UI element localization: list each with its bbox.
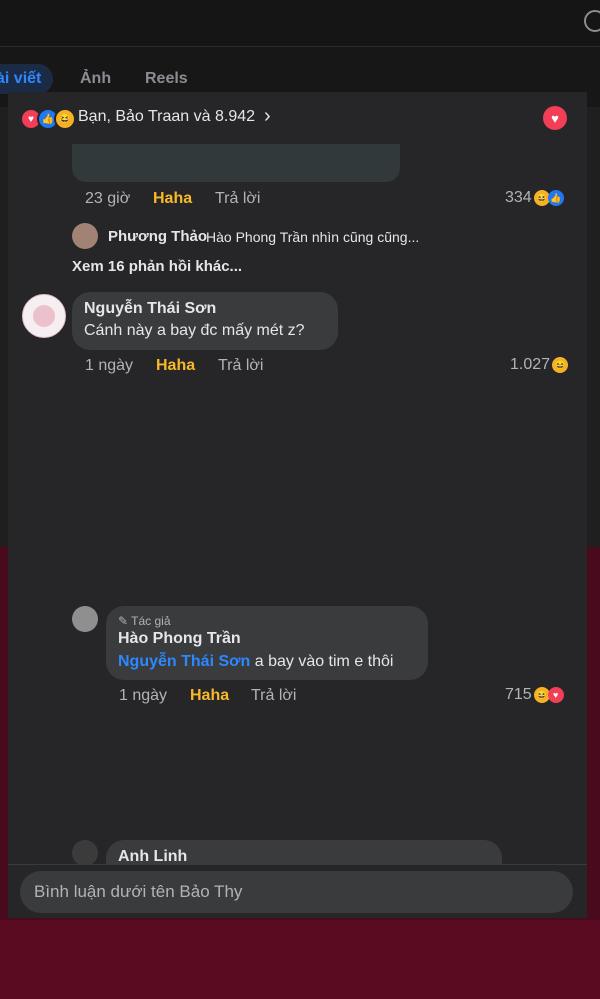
reaction-count[interactable]: 1.027 😆 bbox=[510, 356, 569, 374]
reaction-count[interactable]: 334 😆 👍 bbox=[505, 189, 564, 207]
comment-bubble: Nguyễn Thái Sơn Cánh này a bay đc mấy mé… bbox=[72, 292, 338, 350]
comment-text: Nguyễn Thái Sơn a bay vào tim e thôi bbox=[118, 653, 393, 671]
background-banner-bottom bbox=[0, 920, 600, 999]
haha-reaction-icon: 😆 bbox=[552, 357, 569, 373]
comment-author-name[interactable]: Nguyễn Thái Sơn bbox=[84, 300, 216, 318]
like-reaction-icon: 👍 bbox=[547, 190, 564, 206]
tab-posts[interactable]: ài viết bbox=[0, 64, 54, 94]
haha-reaction-button[interactable]: Haha bbox=[153, 190, 192, 208]
reaction-count[interactable]: 715 😆 ♥ bbox=[505, 686, 564, 704]
love-reaction-icon: ♥ bbox=[547, 687, 564, 703]
comments-modal: ♥ 👍 😆 Bạn, Bảo Traan và 8.942 › ♥ 23 giờ… bbox=[8, 92, 587, 918]
reply-button[interactable]: Trả lời bbox=[218, 357, 263, 375]
comment-text-body: a bay vào tim e thôi bbox=[250, 653, 394, 670]
view-more-replies-link[interactable]: Xem 16 phản hồi khác... bbox=[72, 258, 242, 275]
comment-time: 23 giờ bbox=[85, 190, 131, 207]
haha-reaction-button[interactable]: Haha bbox=[190, 687, 229, 705]
comment-time: 1 ngày bbox=[119, 687, 168, 704]
reaction-count-value: 1.027 bbox=[510, 356, 551, 373]
comment-image[interactable] bbox=[72, 144, 400, 182]
reply-preview-text[interactable]: Hào Phong Trần nhìn cũng cũng... bbox=[206, 229, 419, 245]
mention-link[interactable]: Nguyễn Thái Sơn bbox=[118, 653, 250, 670]
chevron-right-icon[interactable]: › bbox=[264, 105, 271, 128]
comment-text: Cánh này a bay đc mấy mét z? bbox=[84, 322, 305, 339]
background-circle-icon bbox=[584, 10, 600, 32]
comment-input[interactable]: Bình luận dưới tên Bảo Thy bbox=[20, 871, 573, 913]
reply-button[interactable]: Trả lời bbox=[251, 687, 296, 705]
background-top-bar bbox=[0, 0, 600, 47]
comment-author-name[interactable]: Hào Phong Trần bbox=[118, 630, 241, 648]
love-button[interactable]: ♥ bbox=[543, 106, 567, 130]
avatar[interactable] bbox=[72, 840, 98, 866]
reaction-count-value: 715 bbox=[505, 686, 532, 703]
comment-time: 1 ngày bbox=[85, 357, 134, 374]
avatar[interactable] bbox=[72, 606, 98, 632]
haha-reaction-icon: 😆 bbox=[54, 108, 76, 130]
tab-photos[interactable]: Ảnh bbox=[80, 70, 111, 88]
haha-reaction-button[interactable]: Haha bbox=[156, 357, 195, 375]
reactions-summary[interactable]: Bạn, Bảo Traan và 8.942 bbox=[78, 108, 255, 126]
reply-button[interactable]: Trả lời bbox=[215, 190, 260, 208]
reactions-bar[interactable]: ♥ 👍 😆 Bạn, Bảo Traan và 8.942 › ♥ bbox=[8, 92, 587, 144]
author-badge-label: Tác giả bbox=[131, 614, 171, 628]
comment-bubble: ✎ Tác giả Hào Phong Trần Nguyễn Thái Sơn… bbox=[106, 606, 428, 680]
avatar[interactable] bbox=[22, 294, 66, 338]
avatar[interactable] bbox=[72, 223, 98, 249]
reaction-icons: ♥ 👍 😆 bbox=[20, 108, 76, 130]
reply-author-name[interactable]: Phương Thảo bbox=[108, 228, 207, 245]
tab-reels[interactable]: Reels bbox=[145, 70, 188, 88]
reaction-count-value: 334 bbox=[505, 189, 532, 206]
author-badge: ✎ Tác giả bbox=[118, 614, 171, 628]
comment-input-bar: Bình luận dưới tên Bảo Thy bbox=[8, 864, 587, 918]
